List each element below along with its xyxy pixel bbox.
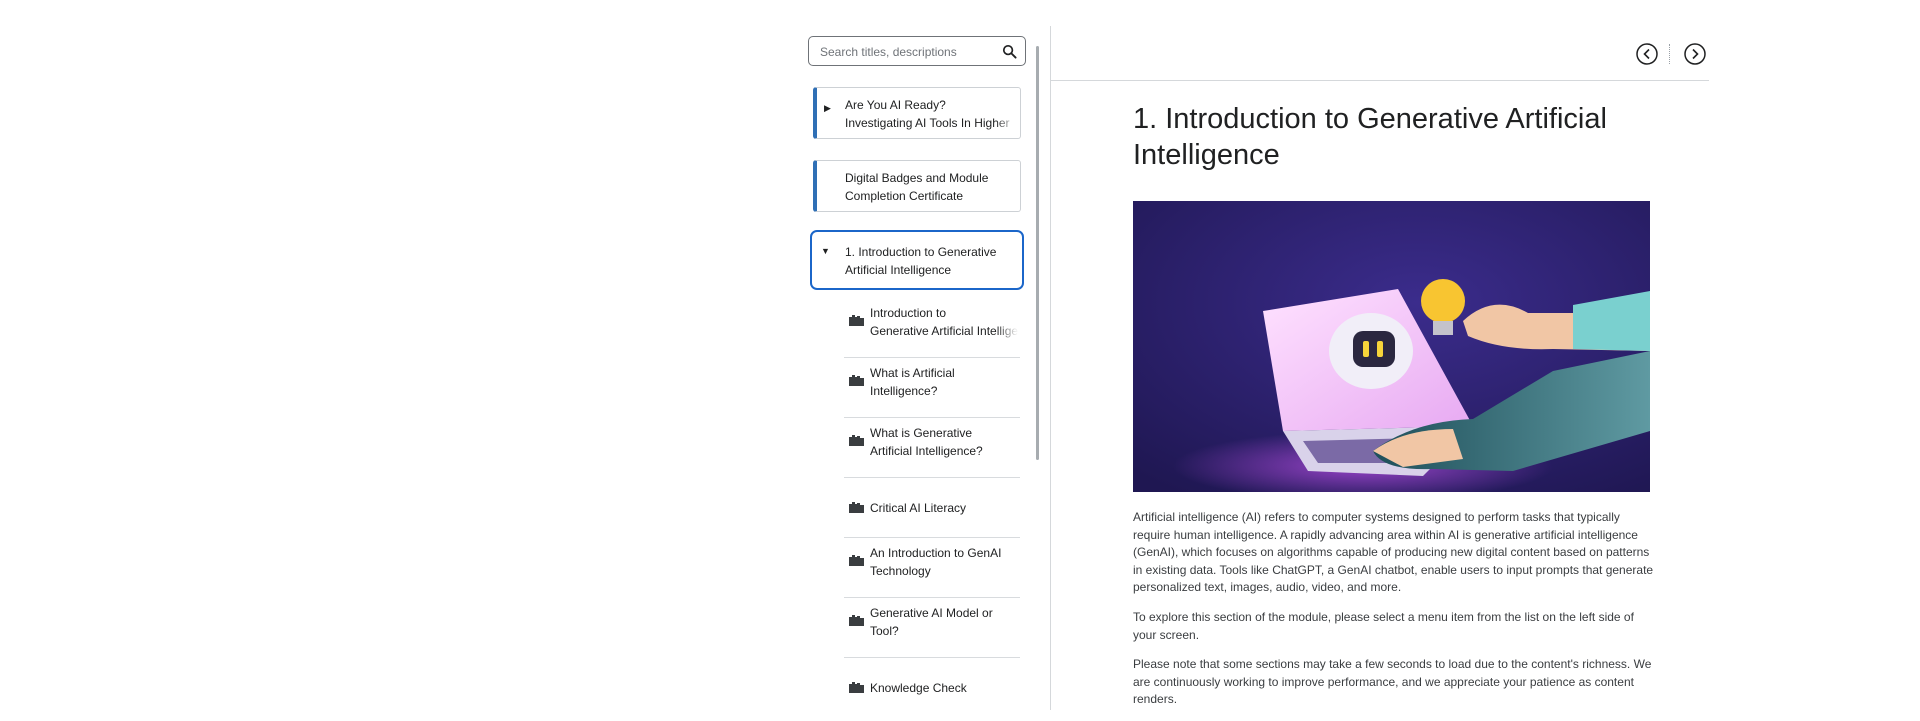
search-placeholder: Search titles, descriptions — [820, 45, 957, 59]
list-item-intro-genai[interactable]: Introduction toGenerative Artificial Int… — [844, 298, 1020, 358]
paragraph: Please note that some sections may take … — [1133, 657, 1652, 707]
module-card-intro-genai[interactable]: ▼ 1. Introduction to Generative Artifici… — [810, 230, 1024, 290]
book-stack-icon — [849, 315, 864, 326]
list-item-knowledge-check[interactable]: Knowledge Check — [844, 658, 1020, 718]
list-item-label: Knowledge Check — [870, 681, 967, 695]
paragraph: Artificial intelligence (AI) refers to c… — [1133, 510, 1654, 595]
page-title: 1. Introduction to Generative Artificial… — [1133, 103, 1607, 171]
list-item-label: What is Artificial Intelligence? — [870, 366, 955, 398]
module-card-digital-badges[interactable]: Digital Badges and Module Completion Cer… — [813, 160, 1021, 212]
book-stack-icon — [849, 682, 864, 693]
toolbar-separator — [1669, 44, 1670, 64]
book-stack-icon — [849, 555, 864, 566]
topbar-divider — [1051, 80, 1709, 81]
expand-caret-icon[interactable]: ▶ — [824, 103, 831, 114]
list-item-label: An Introduction to GenAI Technology — [870, 546, 1002, 578]
module-card-ai-ready[interactable]: ▶ Are You AI Ready? Investigating AI Too… — [813, 87, 1021, 139]
list-item-what-is-ai[interactable]: What is Artificial Intelligence? — [844, 358, 1020, 418]
list-item-intro-genai-technology[interactable]: An Introduction to GenAI Technology — [844, 538, 1020, 598]
list-item-what-is-genai[interactable]: What is Generative Artificial Intelligenc… — [844, 418, 1020, 478]
chevron-right-circle-icon[interactable] — [1684, 43, 1706, 65]
search-icon[interactable] — [1002, 44, 1017, 59]
nav-scrollbar[interactable] — [1036, 46, 1039, 460]
book-stack-icon — [849, 615, 864, 626]
collapse-caret-icon[interactable]: ▼ — [821, 246, 830, 256]
module-card-label: 1. Introduction to Generative Artificial… — [845, 245, 997, 277]
list-item-label: Critical AI Literacy — [870, 501, 967, 515]
book-stack-icon — [849, 375, 864, 386]
list-item-label: What is Generative Artificial Intelligenc… — [870, 426, 983, 458]
paragraph: To explore this section of the module, p… — [1133, 609, 1634, 642]
hero-image — [1133, 201, 1650, 492]
search-input[interactable]: Search titles, descriptions — [808, 36, 1026, 66]
list-item-critical-ai-literacy[interactable]: Critical AI Literacy — [844, 478, 1020, 538]
list-item-label: Introduction toGenerative Artificial Int… — [870, 304, 1018, 340]
module-card-label: Digital Badges and Module Completion Cer… — [845, 171, 989, 203]
panel-divider — [1050, 26, 1051, 710]
book-stack-icon — [849, 502, 864, 513]
chevron-left-circle-icon[interactable] — [1636, 43, 1658, 65]
list-item-model-or-tool[interactable]: Generative AI Model or Tool? — [844, 598, 1020, 658]
content-body: Artificial intelligence (AI) refers to c… — [1133, 509, 1658, 721]
module-navigation: Search titles, descriptions ▶ Are You AI… — [808, 26, 1044, 706]
book-stack-icon — [849, 435, 864, 446]
module-card-label: Are You AI Ready? Investigating AI Tools… — [845, 96, 1017, 132]
list-item-label: Generative AI Model or Tool? — [870, 606, 993, 638]
